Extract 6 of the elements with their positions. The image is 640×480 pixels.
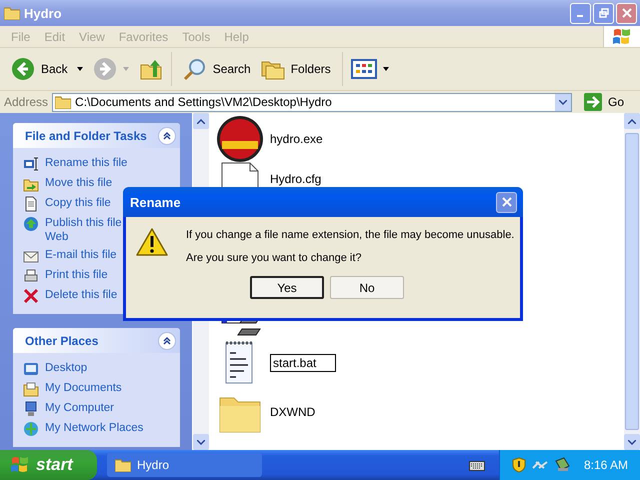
address-label: Address	[4, 95, 48, 109]
clock: 8:16 AM	[584, 458, 628, 472]
dialog-title: Rename	[130, 194, 182, 210]
dialog-message: If you change a file name extension, the file may become unusable.	[186, 229, 514, 241]
dialog-question: Are you sure you want to change it?	[186, 252, 362, 264]
window-title: Hydro	[24, 6, 63, 20]
